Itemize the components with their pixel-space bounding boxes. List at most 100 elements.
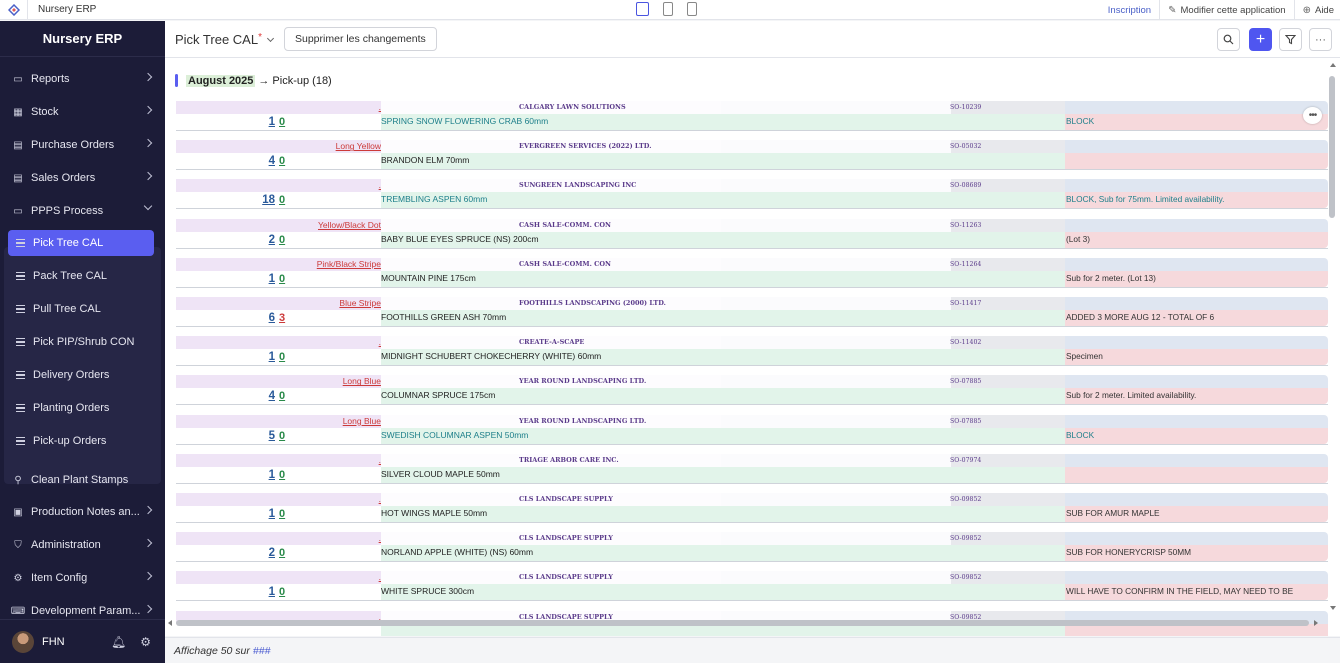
scroll-up-icon[interactable] [1330,63,1336,67]
tag-label[interactable]: . [379,455,381,465]
table-row[interactable]: . SUNGREEN LANDSCAPING INC SO-08689 18 0 TREM… [176,179,1328,210]
quantity-link[interactable]: 1 [263,469,275,481]
app-logo-icon[interactable] [0,0,28,20]
table-row[interactable]: . CREATE-A-SCAPE SO-11402 1 0 MIDNIGHT SCHUBE… [176,336,1328,367]
sidebar-item-item-config[interactable]: ⚙ Item Config [0,564,165,592]
table-row[interactable]: Long Blue YEAR ROUND LANDSCAPING LTD. SO-0… [176,375,1328,406]
filter-button[interactable] [1279,28,1302,51]
table-row[interactable]: . TRIAGE ARBOR CARE INC. SO-07974 1 0 SILVER … [176,453,1328,484]
quantity-link[interactable]: 2 [263,234,275,246]
discard-changes-button[interactable]: Supprimer les changements [284,27,437,51]
sidebar-item-stock[interactable]: ▦ Stock [0,98,165,126]
scroll-down-icon[interactable] [1330,606,1336,610]
sidebar-item-administration[interactable]: ⛉ Administration [0,531,165,559]
pagination-total[interactable]: ### [253,645,271,657]
table-row[interactable]: Pink/Black Stripe CASH SALE-COMM. CON SO-1… [176,257,1328,288]
sidebar-subitem-pack-tree-cal[interactable]: Pack Tree CAL [8,263,154,289]
picked-quantity-link[interactable]: 0 [279,351,285,363]
table-row[interactable]: . CLS LANDSCAPE SUPPLY SO-09852 1 0 WHITE SPR… [176,571,1328,602]
tag-label[interactable]: Blue Stripe [339,298,381,308]
scroll-left-icon[interactable] [168,620,172,626]
table-row[interactable]: . CLS LANDSCAPE SUPPLY SO-09852 2 0 NORLAND A… [176,532,1328,563]
sidebar-subitem-pick-tree-cal[interactable]: Pick Tree CAL [8,230,154,256]
sidebar-item-production-notes[interactable]: ▣ Production Notes an... [0,498,165,526]
edit-app-link[interactable]: Modifier cette application [1181,5,1286,16]
page-title[interactable]: Pick Tree CAL* [175,32,275,47]
picked-quantity-link[interactable]: 0 [279,234,285,246]
sidebar-subitem-delivery-orders[interactable]: Delivery Orders [8,362,154,388]
picked-quantity-link[interactable]: 0 [279,116,285,128]
sidebar-subitem-pull-tree-cal[interactable]: Pull Tree CAL [8,296,154,322]
picked-quantity-link[interactable]: 0 [279,469,285,481]
horizontal-scrollbar[interactable] [176,620,1309,626]
bell-icon[interactable]: 🔔︎ [111,635,126,649]
code-icon: ⌨ [10,605,26,617]
search-button[interactable] [1217,28,1240,51]
tag-label[interactable]: . [379,102,381,112]
table-row[interactable]: Long Yellow EVERGREEN SERVICES (2022) LTD… [176,140,1328,171]
sidebar-item-purchase-orders[interactable]: ▤ Purchase Orders [0,131,165,159]
quantity-link[interactable]: 1 [263,508,275,520]
tag-label[interactable]: . [379,533,381,543]
quantity-link[interactable]: 4 [263,390,275,402]
group-header[interactable]: August 2025 → Pick-up (18) [175,74,332,87]
quantity-link[interactable]: 5 [263,430,275,442]
monitor-icon: ▭ [13,73,23,85]
sidebar-subitem-pick-pip-shrub-con[interactable]: Pick PIP/Shrub CON [8,329,154,355]
tag-label[interactable]: . [379,180,381,190]
tag-label[interactable]: Yellow/Black Dot [318,220,381,230]
sidebar-subitem-planting-orders[interactable]: Planting Orders [8,395,154,421]
quantity-link[interactable]: 1 [263,273,275,285]
picked-quantity-link[interactable]: 0 [279,155,285,167]
table-row[interactable]: Yellow/Black Dot CASH SALE-COMM. CON SO-11… [176,218,1328,249]
picked-quantity-link[interactable]: 3 [279,312,285,324]
quantity-link[interactable]: 1 [263,351,275,363]
avatar[interactable] [12,630,34,653]
table-row[interactable]: . CALGARY LAWN SOLUTIONS SO-10239 1 0 SPRING … [176,101,1328,131]
quantity-link[interactable]: 1 [263,586,275,598]
row-more-options-button[interactable]: ••• [1303,107,1322,124]
help-link[interactable]: Aide [1315,5,1334,16]
picked-quantity-link[interactable]: 0 [279,586,285,598]
desktop-view-icon[interactable] [636,2,649,16]
tag-label[interactable]: Long Yellow [336,141,381,151]
scroll-right-icon[interactable] [1314,620,1318,626]
row-bottom-band [176,466,1328,483]
picked-quantity-link[interactable]: 0 [279,430,285,442]
customer-name: CLS LANDSCAPE SUPPLY [519,573,613,582]
tag-label[interactable]: Long Blue [343,416,381,426]
row-top-band [176,493,1328,506]
picked-quantity-link[interactable]: 0 [279,508,285,520]
picked-quantity-link[interactable]: 0 [279,194,285,206]
quantity-link[interactable]: 2 [263,547,275,559]
mobile-view-icon[interactable] [687,2,697,16]
tablet-view-icon[interactable] [663,2,673,16]
tag-label[interactable]: . [379,494,381,504]
table-row[interactable]: Blue Stripe FOOTHILLS LANDSCAPING (2000) … [176,297,1328,327]
picked-quantity-link[interactable]: 0 [279,273,285,285]
sidebar-item-ppps-process[interactable]: ▭ PPPS Process [0,197,165,225]
more-options-button[interactable]: ··· [1309,28,1332,51]
quantity-link[interactable]: 6 [263,312,275,324]
sales-order-number: SO-07885 [950,378,982,386]
sidebar-item-reports[interactable]: ▭ Reports [0,65,165,93]
quantity-link[interactable]: 1 [263,116,275,128]
tag-label[interactable]: . [379,337,381,347]
tag-label[interactable]: . [379,572,381,582]
gear-icon[interactable]: ⚙ [140,635,151,649]
list-icon [16,305,26,313]
sidebar-item-sales-orders[interactable]: ▤ Sales Orders [0,164,165,192]
tag-label[interactable]: Long Blue [343,376,381,386]
add-button[interactable]: + [1249,28,1272,51]
picked-quantity-link[interactable]: 0 [279,547,285,559]
picked-quantity-link[interactable]: 0 [279,390,285,402]
table-row[interactable]: . CLS LANDSCAPE SUPPLY SO-09852 1 0 HOT WINGS… [176,493,1328,523]
quantity-link[interactable]: 18 [257,194,275,206]
sidebar-item-clean-plant-stamps[interactable]: ⚲ Clean Plant Stamps [0,466,165,494]
table-row[interactable]: Long Blue YEAR ROUND LANDSCAPING LTD. SO-0… [176,414,1328,445]
quantity-link[interactable]: 4 [263,155,275,167]
sidebar-subitem-pick-up-orders[interactable]: Pick-up Orders [8,428,154,454]
vertical-scrollbar[interactable] [1329,76,1335,218]
tag-label[interactable]: Pink/Black Stripe [317,259,381,269]
signup-link[interactable]: Inscription [1108,5,1151,16]
